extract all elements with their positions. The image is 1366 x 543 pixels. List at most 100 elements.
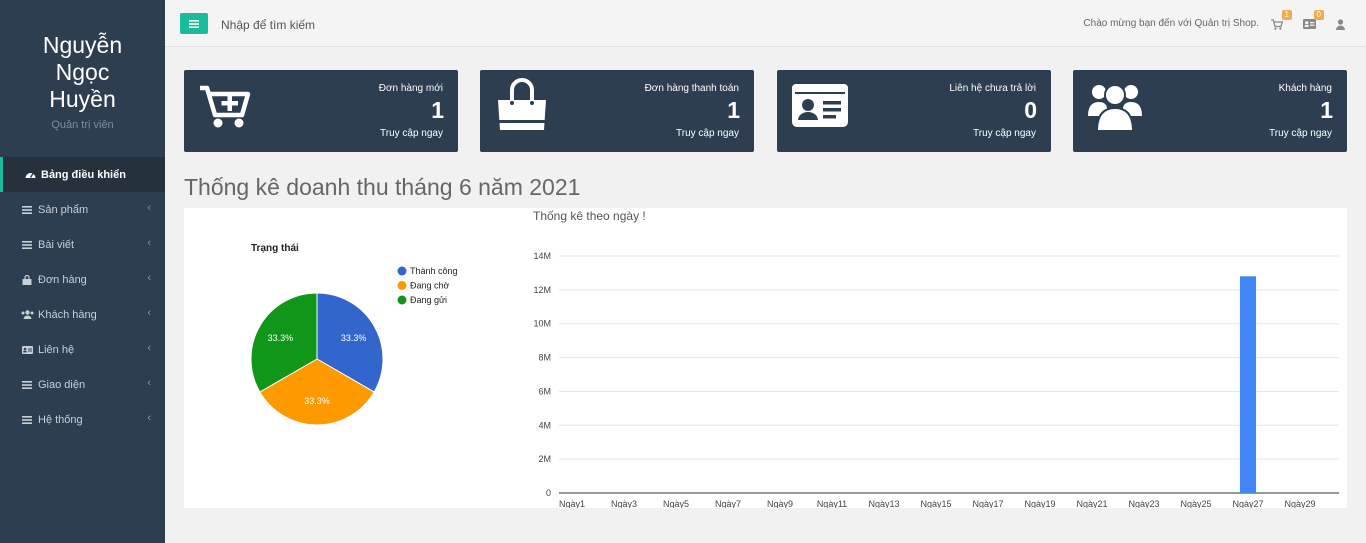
bar	[1239, 276, 1257, 493]
card-unanswered-contacts[interactable]: Liên hệ chưa trả lời 0 Truy cập ngay	[777, 70, 1051, 152]
card-new-orders[interactable]: Đơn hàng mới 1 Truy cập ngay	[184, 70, 458, 152]
chevron-left-icon: ‹	[147, 342, 151, 354]
y-tick-label: 10M	[533, 319, 551, 329]
sidebar-item-label: Bài viết	[38, 238, 75, 251]
x-tick-label: Ngày29	[1284, 499, 1315, 508]
cart-plus-icon	[200, 85, 251, 128]
bars-icon	[19, 380, 35, 389]
chevron-left-icon: ‹	[147, 377, 151, 389]
search-input[interactable]	[217, 15, 477, 35]
menu-toggle-button[interactable]	[180, 13, 208, 34]
sidebar-item-interface[interactable]: Giao diện ‹	[0, 367, 165, 402]
card-customers[interactable]: Khách hàng 1 Truy cập ngay	[1073, 70, 1347, 152]
chart-panel: Trạng thái 33.3% 33.3% 33.3% Thành công Đang …	[184, 208, 1347, 508]
sidebar-item-contacts[interactable]: Liên hệ ‹	[0, 332, 165, 367]
sidebar-item-label: Hệ thống	[38, 413, 83, 426]
sidebar: Nguyễn Ngọc Huyền Quản trị viên Bảng điề…	[0, 0, 165, 543]
card-title: Khách hàng	[1278, 83, 1332, 94]
sidebar-item-customers[interactable]: Khách hàng ‹	[0, 297, 165, 332]
profile: Nguyễn Ngọc Huyền Quản trị viên	[0, 0, 165, 148]
y-tick-label: 14M	[533, 251, 551, 261]
y-tick-label: 0	[546, 488, 551, 498]
pie-slice-label: 33.3%	[268, 333, 294, 343]
contact-button[interactable]: 0	[1300, 10, 1324, 33]
card-title: Đơn hàng mới	[378, 83, 443, 94]
id-card-icon	[19, 345, 35, 354]
sidebar-item-label: Giao diện	[38, 378, 86, 391]
shopping-bag-icon	[498, 78, 546, 130]
pie-title: Trạng thái	[251, 243, 299, 254]
legend-label: Đang gửi	[410, 295, 447, 305]
x-tick-label: Ngày23	[1128, 499, 1159, 508]
x-tick-label: Ngày11	[817, 499, 847, 508]
sidebar-item-label: Liên hệ	[38, 343, 75, 356]
chevron-left-icon: ‹	[147, 272, 151, 284]
x-tick-label: Ngày1	[559, 499, 585, 508]
card-value: 0	[1024, 97, 1037, 123]
x-tick-label: Ngày9	[767, 499, 793, 508]
sidebar-item-posts[interactable]: Bài viết ‹	[0, 227, 165, 262]
id-card-icon	[792, 84, 848, 127]
legend-marker	[397, 281, 407, 290]
bars-icon	[19, 205, 35, 214]
sidebar-item-orders[interactable]: Đơn hàng ‹	[0, 262, 165, 297]
daily-revenue-bar-chart: Thống kê theo ngày ! 0 2M 4M 6M 8M 10M 12M 14M Ng…	[533, 209, 1339, 508]
y-tick-label: 6M	[538, 386, 551, 396]
sidebar-item-label: Bảng điều khiển	[41, 168, 126, 181]
bars-icon	[19, 240, 35, 249]
profile-name: Nguyễn Ngọc Huyền	[42, 32, 123, 112]
x-tick-label: Ngày3	[611, 499, 637, 508]
sidebar-item-label: Đơn hàng	[38, 273, 87, 286]
x-tick-label: Ngày13	[868, 499, 899, 508]
x-tick-label: Ngày17	[972, 499, 1003, 508]
x-tick-label: Ngày19	[1024, 499, 1055, 508]
bars-icon	[189, 19, 199, 28]
dashboard-icon	[22, 170, 38, 179]
chevron-left-icon: ‹	[147, 237, 151, 249]
user-menu-button[interactable]	[1331, 15, 1349, 33]
users-icon	[1088, 84, 1142, 132]
sidebar-item-products[interactable]: Sản phẩm ‹	[0, 192, 165, 227]
shopping-bag-icon	[19, 274, 35, 285]
x-tick-label: Ngày21	[1076, 499, 1107, 508]
y-tick-label: 2M	[538, 454, 551, 464]
sidebar-item-system[interactable]: Hệ thống ‹	[0, 402, 165, 437]
x-tick-label: Ngày5	[663, 499, 689, 508]
legend-label: Thành công	[410, 266, 458, 276]
card-paid-orders[interactable]: Đơn hàng thanh toán 1 Truy cập ngay	[480, 70, 754, 152]
topbar: Chào mừng bạn đến với Quản trị Shop. 1 0	[165, 0, 1366, 47]
cart-button[interactable]: 1	[1268, 10, 1292, 33]
chevron-left-icon: ‹	[147, 202, 151, 214]
sidebar-item-label: Khách hàng	[38, 308, 97, 321]
card-link[interactable]: Truy cập ngay	[676, 128, 739, 139]
card-link[interactable]: Truy cập ngay	[973, 128, 1036, 139]
id-card-icon	[1302, 19, 1316, 29]
pie-slice-label: 33.3%	[304, 396, 330, 406]
sidebar-nav: Bảng điều khiển Sản phẩm ‹ Bài viết ‹ Đơ…	[0, 157, 165, 437]
chevron-left-icon: ‹	[147, 307, 151, 319]
x-tick-label: Ngày27	[1232, 499, 1263, 508]
x-tick-label: Ngày7	[715, 499, 741, 508]
y-tick-label: 12M	[533, 285, 551, 295]
bar-chart-title: Thống kê theo ngày !	[533, 209, 646, 223]
cart-badge: 1	[1281, 10, 1292, 20]
card-link[interactable]: Truy cập ngay	[380, 128, 443, 139]
y-tick-label: 8M	[538, 353, 551, 363]
card-link[interactable]: Truy cập ngay	[1269, 128, 1332, 139]
card-title: Đơn hàng thanh toán	[644, 83, 739, 94]
legend-label: Đang chờ	[410, 281, 450, 291]
legend-marker	[397, 266, 407, 276]
card-value: 1	[727, 97, 740, 123]
x-tick-label: Ngày15	[920, 499, 951, 508]
sidebar-item-label: Sản phẩm	[38, 203, 89, 216]
card-value: 1	[431, 97, 444, 123]
profile-role: Quản trị viên	[51, 119, 114, 131]
page-title: Thống kê doanh thu tháng 6 năm 2021	[184, 174, 581, 200]
contact-badge: 0	[1313, 10, 1324, 20]
y-tick-label: 4M	[538, 420, 551, 430]
status-pie-chart: Trạng thái 33.3% 33.3% 33.3% Thành công Đang …	[250, 243, 458, 426]
bars-icon	[19, 415, 35, 424]
user-icon	[1335, 18, 1345, 30]
chevron-left-icon: ‹	[147, 412, 151, 424]
sidebar-item-dashboard[interactable]: Bảng điều khiển	[0, 157, 165, 192]
